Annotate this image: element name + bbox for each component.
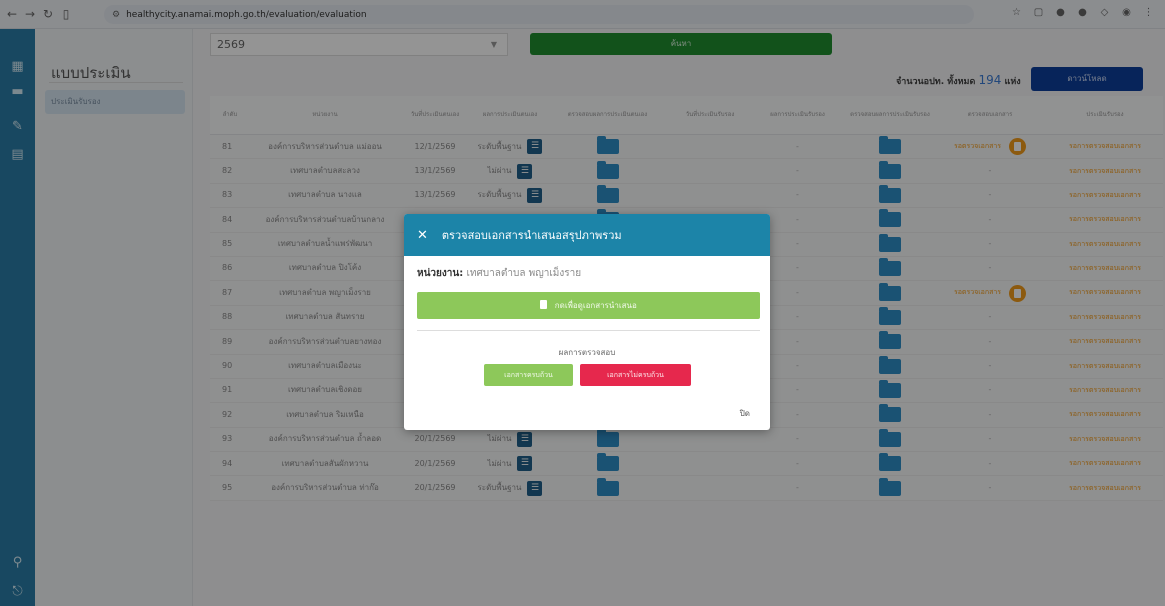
divider — [417, 330, 760, 331]
view-document-button[interactable]: กดเพื่อดูเอกสารนำเสนอ — [417, 292, 760, 319]
document-review-modal: ✕ ตรวจสอบเอกสารนำเสนอสรุปภาพรวม หน่วยงาน… — [404, 214, 770, 430]
close-icon[interactable]: ✕ — [417, 228, 428, 243]
documents-incomplete-button[interactable]: เอกสารไม่ครบถ้วน — [580, 364, 691, 386]
modal-title: ตรวจสอบเอกสารนำเสนอสรุปภาพรวม — [441, 229, 622, 242]
modal-header: ✕ ตรวจสอบเอกสารนำเสนอสรุปภาพรวม — [404, 214, 770, 256]
close-button[interactable]: ปิด — [740, 407, 750, 420]
documents-complete-button[interactable]: เอกสารครบถ้วน — [484, 364, 573, 386]
modal-unit: หน่วยงาน: เทศบาลตำบล พญาเม็งราย — [417, 268, 582, 279]
document-icon — [540, 300, 548, 309]
result-label: ผลการตรวจสอบ — [558, 348, 616, 357]
